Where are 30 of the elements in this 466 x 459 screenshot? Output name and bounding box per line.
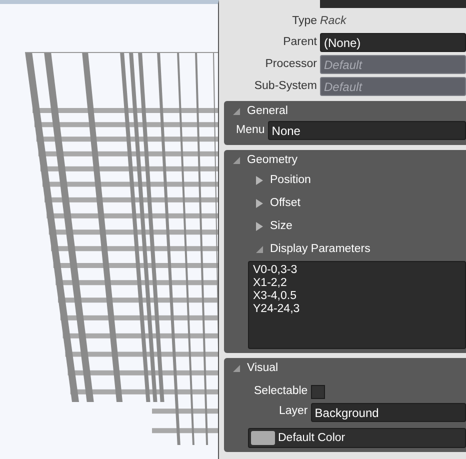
collapse-triangle-icon[interactable] [232, 107, 241, 116]
checkbox-label: Selectable [254, 384, 308, 400]
expand-triangle-icon[interactable] [255, 199, 264, 208]
expand-triangle-icon[interactable] [255, 222, 264, 232]
input-field[interactable]: Background [310, 402, 466, 422]
field-label: Parent [282, 35, 317, 50]
section-title[interactable]: Visual [247, 360, 278, 378]
collapse-triangle-icon[interactable] [255, 245, 264, 254]
input-field[interactable] [320, 0, 466, 8]
expand-triangle-icon[interactable] [255, 176, 264, 186]
group-title[interactable]: Display Parameters [270, 241, 370, 258]
section-title[interactable]: Geometry [247, 152, 298, 170]
collapse-triangle-icon[interactable] [232, 156, 241, 166]
group-title[interactable]: Position [270, 172, 311, 190]
group-title[interactable]: Size [270, 218, 292, 236]
checkbox[interactable] [310, 384, 325, 399]
input-field[interactable]: (None) [320, 33, 466, 52]
field-value: Rack [320, 14, 346, 29]
group-title[interactable]: Offset [270, 195, 300, 212]
input-field[interactable]: None [268, 121, 466, 140]
color-swatch [251, 430, 275, 444]
field-label: Menu [236, 123, 265, 138]
field-label: Sub-System [253, 79, 317, 94]
section-title[interactable]: General [247, 103, 288, 120]
field-label: Type [291, 14, 317, 29]
field-label: Processor [264, 57, 317, 72]
field-label: Layer [279, 404, 308, 420]
collapse-triangle-icon[interactable] [232, 364, 241, 374]
color-button[interactable]: Default Color [248, 428, 466, 448]
text-area[interactable]: V0-0,3-3 X1-2,2 X3-4,0.5 Y24-24,3 [248, 261, 466, 350]
